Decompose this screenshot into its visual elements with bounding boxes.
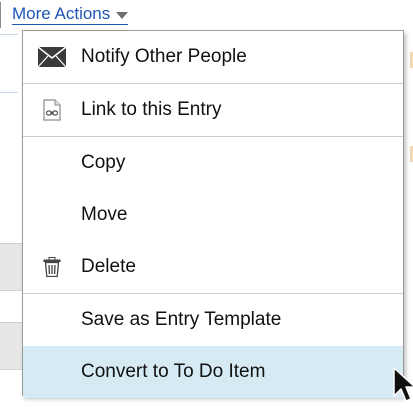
menu-item-label: Save as Entry Template bbox=[81, 309, 282, 330]
menu-item-label: Notify Other People bbox=[81, 46, 247, 67]
menu-item-label: Copy bbox=[81, 152, 126, 173]
more-actions-label: More Actions bbox=[12, 4, 111, 23]
envelope-icon bbox=[23, 31, 81, 83]
menu-item-save-as-entry-template[interactable]: Save as Entry Template bbox=[23, 294, 403, 346]
chevron-down-icon bbox=[116, 11, 129, 19]
menu-item-label: Move bbox=[81, 204, 128, 225]
background-divider bbox=[0, 2, 1, 28]
menu-item-label: Delete bbox=[81, 256, 136, 277]
menu-item-notify-other-people[interactable]: Notify Other People bbox=[23, 31, 403, 83]
menu-item-convert-to-todo[interactable]: Convert to To Do Item bbox=[23, 346, 403, 398]
more-actions-menu: Notify Other People Link to this Entry C… bbox=[22, 30, 404, 398]
menu-item-label: Convert to To Do Item bbox=[81, 361, 266, 382]
link-document-icon bbox=[23, 84, 81, 136]
trash-icon bbox=[23, 241, 81, 293]
background-line bbox=[0, 92, 18, 93]
menu-item-label: Link to this Entry bbox=[81, 99, 222, 120]
menu-item-move[interactable]: Move bbox=[23, 189, 403, 241]
more-actions-button[interactable]: More Actions bbox=[12, 4, 129, 25]
mouse-cursor-icon bbox=[393, 367, 413, 402]
menu-item-link-to-this-entry[interactable]: Link to this Entry bbox=[23, 84, 403, 136]
screen: More Actions Notify Other People Link to… bbox=[0, 0, 413, 415]
menu-item-delete[interactable]: Delete bbox=[23, 241, 403, 293]
menu-item-copy[interactable]: Copy bbox=[23, 137, 403, 189]
background-line bbox=[0, 34, 18, 35]
